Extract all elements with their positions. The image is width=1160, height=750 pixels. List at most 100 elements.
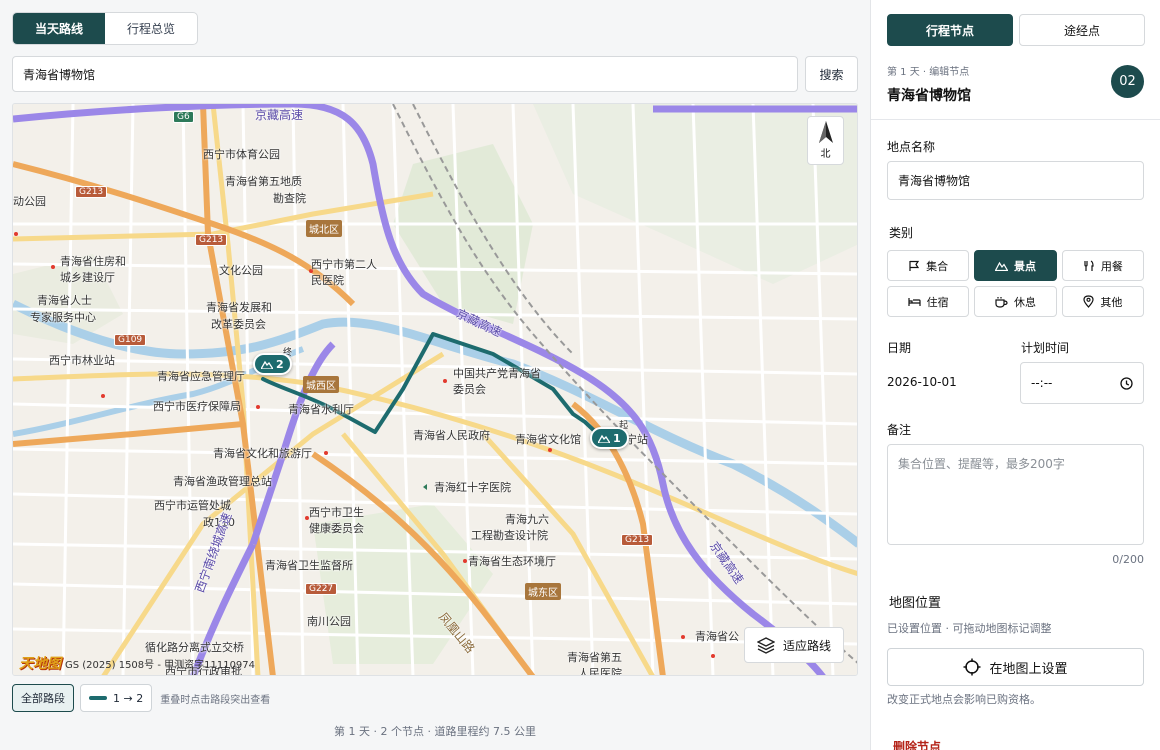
district-label: 城东区 bbox=[525, 583, 561, 600]
mountain-icon bbox=[261, 360, 273, 369]
map-label: 青海九六 bbox=[505, 513, 549, 526]
planned-time-label: 计划时间 bbox=[1021, 341, 1070, 355]
district-label: 城北区 bbox=[306, 220, 342, 237]
fit-route-button[interactable]: 适应路线 bbox=[743, 627, 844, 663]
compass-button[interactable]: 北 bbox=[807, 116, 844, 165]
segment-label: 1 → 2 bbox=[113, 691, 144, 705]
bed-icon bbox=[908, 298, 921, 306]
map-label: 西宁市卫生 bbox=[309, 506, 364, 519]
map-label: 南川公园 bbox=[307, 615, 351, 628]
marker-number: 2 bbox=[276, 357, 284, 371]
flag-icon bbox=[909, 260, 920, 271]
map-label: 勘查院 bbox=[273, 192, 306, 205]
category-label-text: 其他 bbox=[1100, 295, 1123, 309]
category-label: 类别 bbox=[889, 226, 914, 240]
marker-number: 1 bbox=[613, 431, 621, 445]
mountain-icon bbox=[598, 434, 610, 443]
map-label: 工程勘查设计院 bbox=[471, 529, 548, 542]
category-attraction-button[interactable]: 景点 bbox=[974, 250, 1057, 281]
segment-hint: 重叠时点击路段突出查看 bbox=[160, 694, 271, 706]
map-label: 青海省人民政府 bbox=[413, 429, 490, 442]
map-label: 改革委员会 bbox=[211, 318, 266, 331]
category-other-button[interactable]: 其他 bbox=[1061, 286, 1144, 317]
road-shield: G6 bbox=[173, 111, 194, 123]
map-label: 青海省第五 bbox=[567, 651, 622, 664]
route-marker-2[interactable]: 2 bbox=[253, 353, 292, 375]
map-label: 专家服务中心 bbox=[30, 311, 96, 324]
map-label: 青海省发展和 bbox=[206, 301, 272, 314]
map-label: 青海省住房和 bbox=[60, 255, 126, 268]
tab-trip-overview[interactable]: 行程总览 bbox=[105, 13, 197, 44]
pin-icon bbox=[1083, 295, 1094, 308]
category-label-text: 用餐 bbox=[1100, 259, 1123, 273]
category-rest-button[interactable]: 休息 bbox=[974, 286, 1057, 317]
search-input[interactable] bbox=[12, 56, 798, 92]
category-dining-button[interactable]: 用餐 bbox=[1061, 250, 1144, 281]
district-label: 城西区 bbox=[303, 376, 339, 393]
place-name-input[interactable] bbox=[887, 161, 1144, 200]
road-shield: G213 bbox=[195, 234, 228, 246]
segment-legend: 全部路段 1 → 2 重叠时点击路段突出查看 bbox=[12, 684, 270, 712]
map-label: 西宁市第二人 bbox=[311, 258, 377, 271]
segment-swatch bbox=[89, 696, 107, 700]
category-gather-button[interactable]: 集合 bbox=[887, 250, 970, 281]
map-label: 西宁市医疗保障局 bbox=[153, 400, 241, 413]
map-position-label: 地图位置 bbox=[889, 596, 942, 611]
set-on-map-button[interactable]: 在地图上设置 bbox=[887, 648, 1144, 686]
notes-counter: 0/200 bbox=[1112, 553, 1144, 566]
map-label: 民医院 bbox=[311, 274, 344, 287]
map-label: 中国共产党青海省 bbox=[453, 367, 541, 380]
notes-textarea[interactable] bbox=[887, 444, 1144, 545]
planned-time-input[interactable]: --:-- bbox=[1020, 362, 1144, 404]
road-shield: G109 bbox=[114, 334, 147, 346]
place-name-label: 地点名称 bbox=[887, 140, 936, 154]
mountain-icon bbox=[994, 261, 1008, 271]
search-button[interactable]: 搜索 bbox=[805, 56, 858, 92]
map-label: 宁站 bbox=[626, 433, 648, 446]
clock-icon bbox=[1120, 376, 1133, 390]
route-pane: 当天路线 行程总览 搜索 bbox=[0, 0, 870, 750]
segment-chip[interactable]: 1 → 2 bbox=[80, 684, 153, 712]
eligibility-warning: 改变正式地点会影响已购资格。 bbox=[887, 693, 1041, 706]
view-tabs: 当天路线 行程总览 bbox=[12, 12, 198, 45]
tab-waypoints[interactable]: 途经点 bbox=[1019, 14, 1145, 46]
delete-node-button[interactable]: 删除节点 bbox=[893, 738, 941, 750]
category-lodging-button[interactable]: 住宿 bbox=[887, 286, 970, 317]
road-shield: G213 bbox=[621, 534, 654, 546]
map-label: 健康委员会 bbox=[309, 522, 364, 535]
highway-label: 京藏高速 bbox=[255, 108, 304, 122]
attribution-text: GS (2025) 1508号 - 甲测资字11110974 bbox=[65, 659, 256, 671]
category-label-text: 住宿 bbox=[926, 295, 949, 309]
divider bbox=[871, 119, 1160, 120]
route-summary: 第 1 天 · 2 个节点 · 道路里程约 7.5 公里 bbox=[334, 725, 536, 738]
map-label: 青海省人士 bbox=[37, 294, 92, 307]
coffee-icon bbox=[995, 296, 1008, 308]
map-label: 青海省卫生监督所 bbox=[265, 559, 353, 572]
compass-label: 北 bbox=[820, 149, 831, 160]
route-marker-1[interactable]: 1 bbox=[590, 427, 629, 449]
road-shield: G227 bbox=[305, 583, 338, 595]
map-label: 青海省文化和旅游厅 bbox=[213, 447, 312, 460]
north-arrow-icon bbox=[818, 121, 833, 143]
category-label-text: 集合 bbox=[926, 259, 949, 273]
map-attribution: 天地图 GS (2025) 1508号 - 甲测资字11110974 bbox=[19, 653, 255, 673]
set-on-map-label: 在地图上设置 bbox=[989, 661, 1068, 677]
map-label: 青海省生态环境厅 bbox=[468, 555, 556, 568]
map-label: 人民医院 bbox=[578, 667, 622, 676]
all-segments-button[interactable]: 全部路段 bbox=[12, 684, 74, 712]
map-label: 西宁市体育公园 bbox=[203, 148, 280, 161]
category-label-text: 景点 bbox=[1013, 259, 1036, 273]
map-tiles bbox=[13, 104, 857, 675]
tab-today-route[interactable]: 当天路线 bbox=[13, 13, 105, 44]
date-value[interactable]: 2026-10-01 bbox=[887, 375, 957, 389]
node-title: 青海省博物馆 bbox=[887, 88, 971, 104]
fit-route-label: 适应路线 bbox=[782, 638, 831, 653]
road-shield: G213 bbox=[75, 186, 108, 198]
category-label-text: 休息 bbox=[1013, 295, 1036, 309]
map-label: 青海省文化馆 bbox=[515, 433, 581, 446]
breadcrumb: 第 1 天 · 编辑节点 bbox=[887, 67, 970, 78]
tab-trip-nodes[interactable]: 行程节点 bbox=[887, 14, 1013, 46]
map-label: 文化公园 bbox=[219, 264, 263, 277]
map-label: 青海省渔政管理总站 bbox=[173, 475, 272, 488]
map-canvas[interactable]: 西宁市体育公园 青海省第五地质 勘查院 动公园 青海省住房和 城乡建设厅 文化公… bbox=[12, 103, 858, 676]
